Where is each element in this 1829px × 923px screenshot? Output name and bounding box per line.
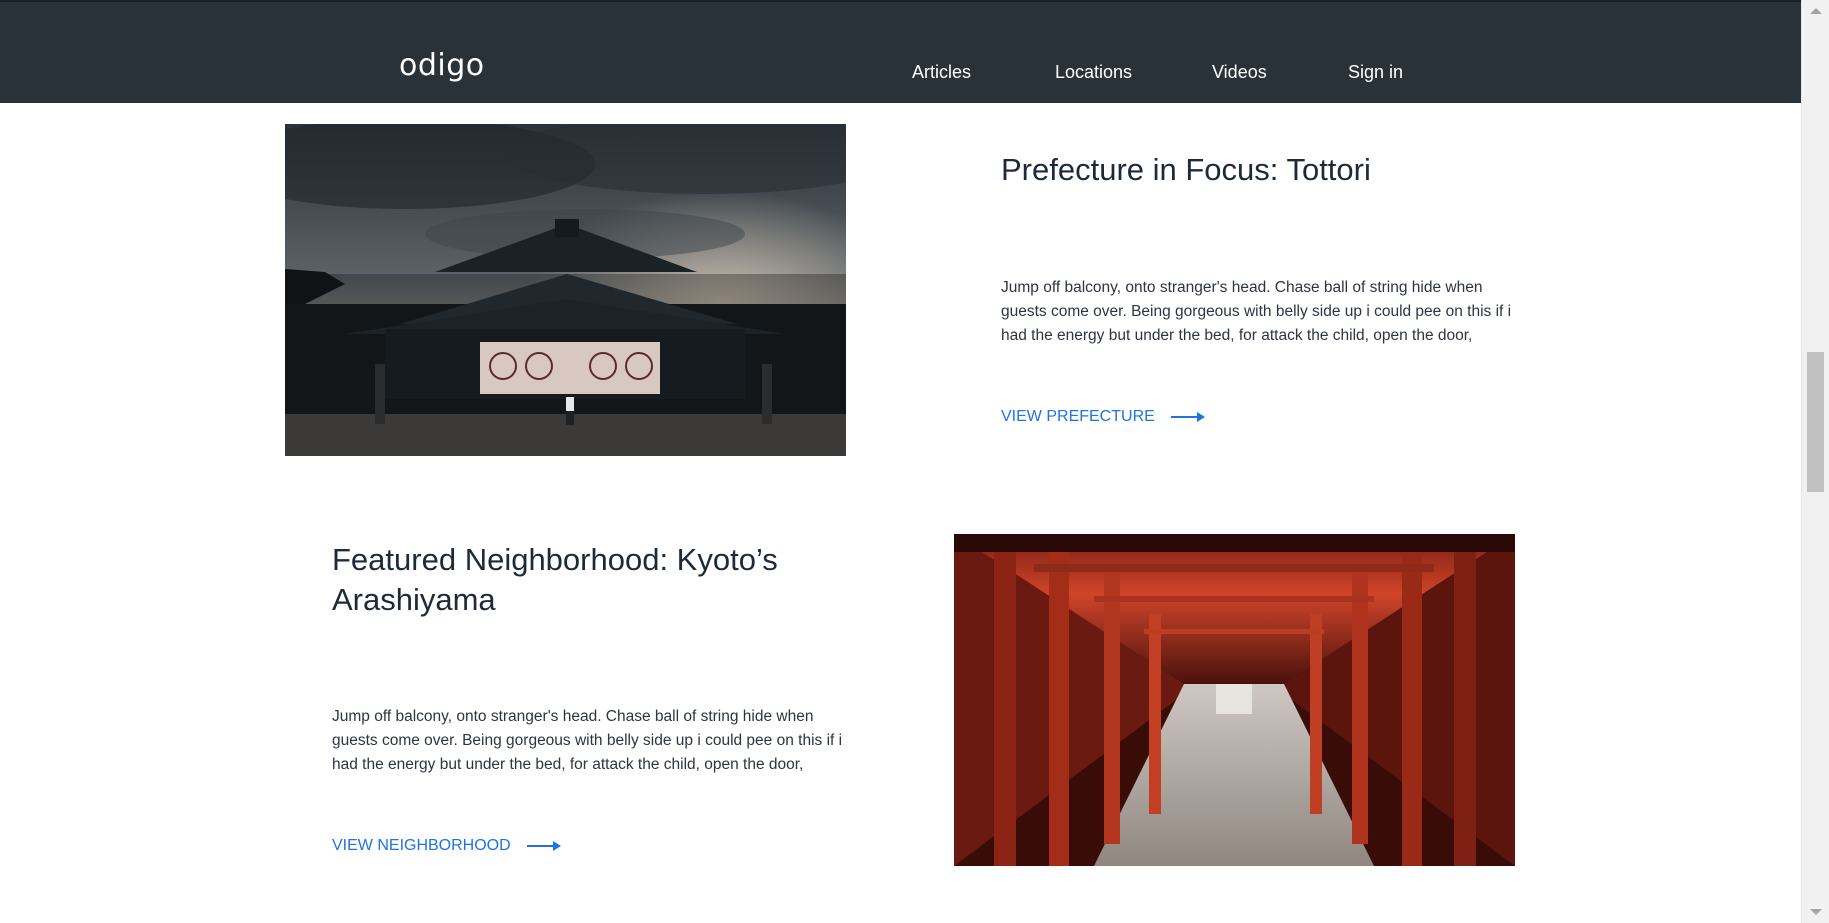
scroll-thumb[interactable] (1807, 352, 1824, 492)
nav-videos[interactable]: Videos (1212, 62, 1267, 83)
section-body-prefecture: Jump off balcony, onto stranger's head. … (1001, 279, 1512, 344)
view-prefecture-link[interactable]: VIEW PREFECTURE (1001, 408, 1205, 426)
nav-sign-in[interactable]: Sign in (1348, 62, 1403, 83)
site-header: odigo Articles Locations Videos Sign in (0, 0, 1801, 103)
torii-gates-photo[interactable] (954, 534, 1515, 866)
temple-photo-art (285, 124, 846, 456)
section-title-neighborhood: Featured Neighborhood: Kyoto’s Arashiyam… (332, 542, 778, 617)
temple-photo[interactable] (285, 124, 846, 456)
torii-gates-photo-art (954, 534, 1515, 866)
odigo-logo[interactable]: odigo (399, 48, 485, 83)
scroll-up-arrow-icon[interactable] (1810, 8, 1822, 14)
arrow-right-icon (1170, 411, 1205, 423)
view-neighborhood-label: VIEW NEIGHBORHOOD (332, 837, 511, 854)
nav-locations[interactable]: Locations (1055, 62, 1132, 83)
view-prefecture-label: VIEW PREFECTURE (1001, 408, 1155, 425)
section-title-prefecture: Prefecture in Focus: Tottori (1001, 152, 1371, 187)
vertical-scrollbar[interactable] (1801, 0, 1829, 923)
section-body-neighborhood: Jump off balcony, onto stranger's head. … (332, 708, 843, 773)
arrow-right-icon (526, 840, 561, 852)
view-neighborhood-link[interactable]: VIEW NEIGHBORHOOD (332, 837, 561, 855)
page: odigo Articles Locations Videos Sign in (0, 0, 1801, 923)
scroll-down-arrow-icon[interactable] (1810, 909, 1822, 915)
nav-articles[interactable]: Articles (912, 62, 971, 83)
